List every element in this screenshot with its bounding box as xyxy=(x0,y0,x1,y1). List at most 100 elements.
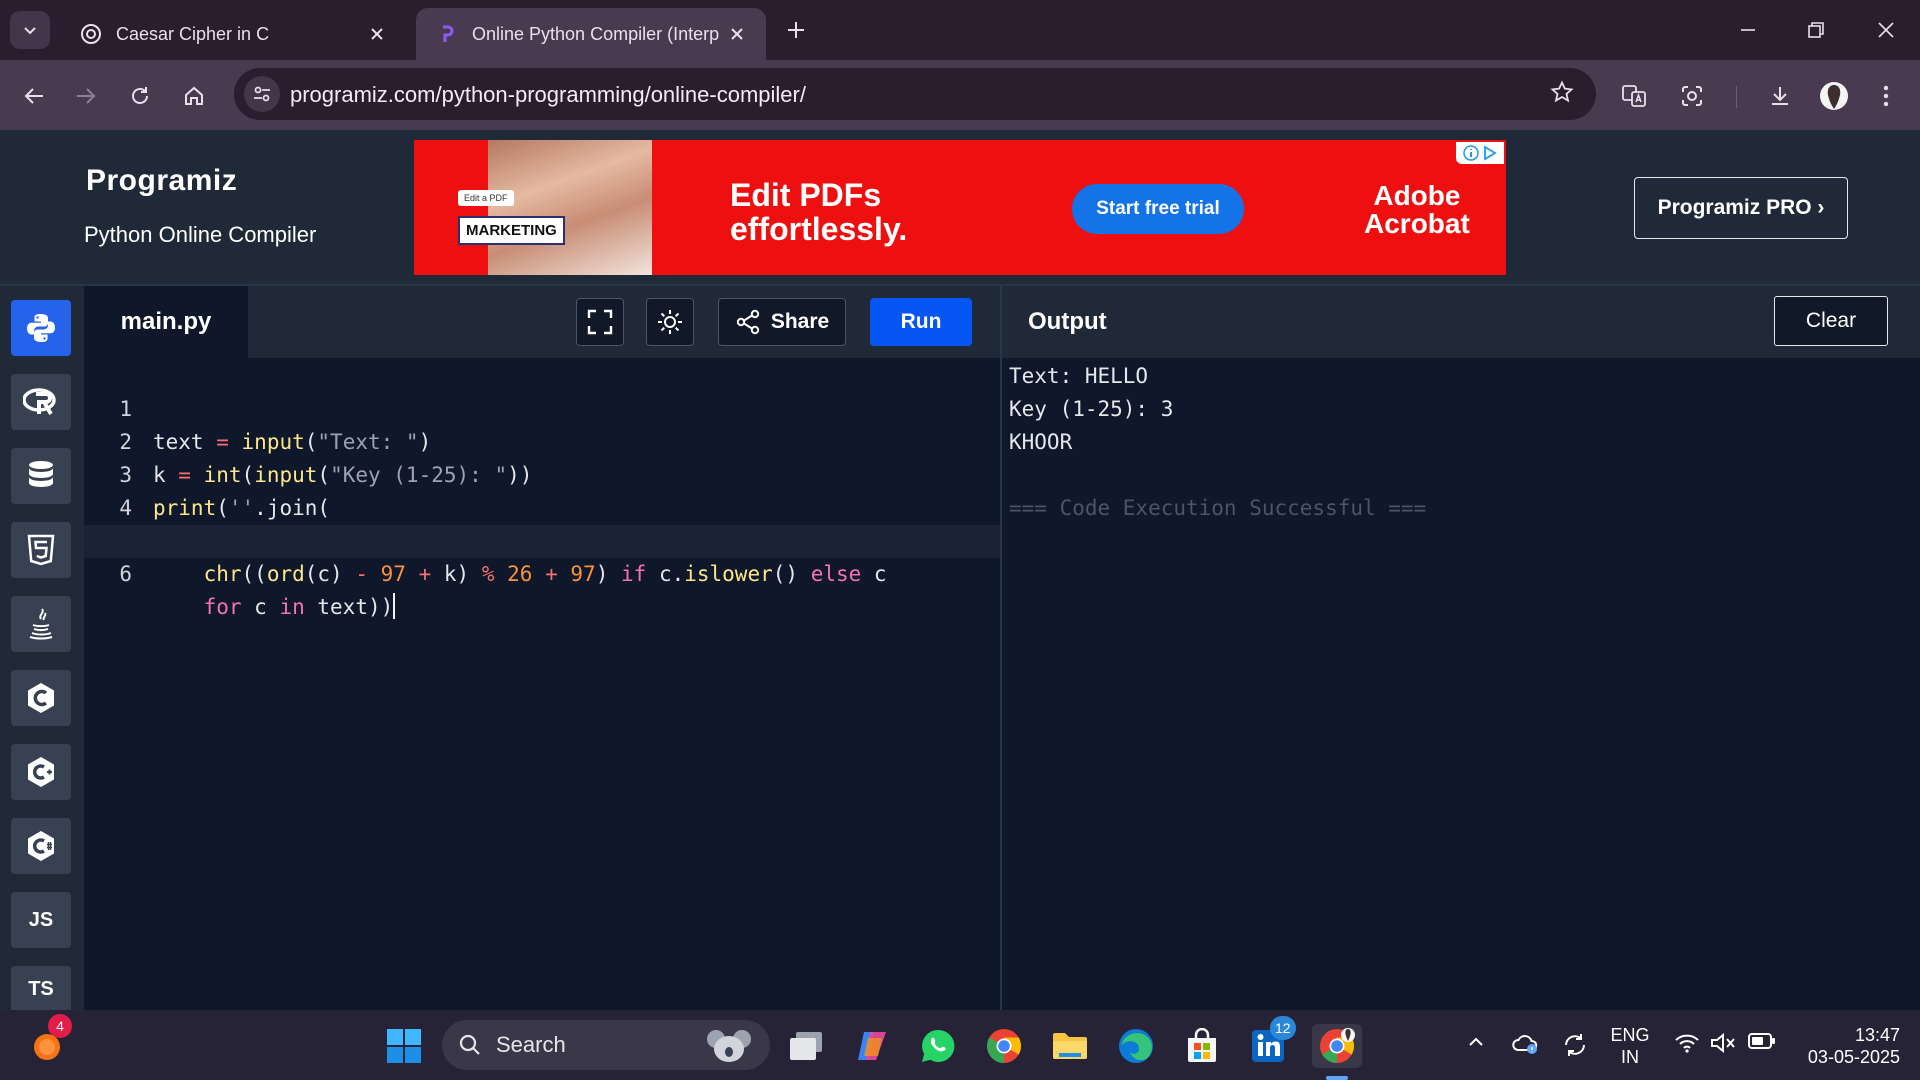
code-line[interactable]: 4 chr((ord(c) - 65 + k) % 26 + 65) if c.… xyxy=(84,459,1000,553)
file-explorer-button[interactable] xyxy=(1048,1024,1092,1068)
csharp-icon xyxy=(28,831,54,861)
language-sidebar: JS TS xyxy=(0,286,84,1012)
home-button[interactable] xyxy=(174,76,214,116)
code-line[interactable]: 1 text = input("Text: ") xyxy=(84,360,1000,454)
battery-tray-button[interactable] xyxy=(1748,1032,1776,1050)
ad-brand-line: Acrobat xyxy=(1364,208,1470,239)
clear-button[interactable]: Clear xyxy=(1774,296,1888,346)
fullscreen-button[interactable] xyxy=(576,298,624,346)
reload-button[interactable] xyxy=(120,76,160,116)
sidebar-item-html[interactable] xyxy=(11,522,71,578)
volume-muted-icon xyxy=(1711,1032,1735,1054)
language-indicator[interactable]: ENG IN xyxy=(1604,1024,1656,1068)
sidebar-item-r[interactable] xyxy=(11,374,71,430)
share-label: Share xyxy=(770,310,830,333)
new-tab-button[interactable] xyxy=(780,14,812,46)
show-hidden-icons-button[interactable] xyxy=(1466,1032,1486,1052)
page-subtitle: Python Online Compiler xyxy=(84,222,317,247)
code-line[interactable]: 2 k = int(input("Key (1-25): ")) xyxy=(84,393,1000,487)
ad-headline-line: effortlessly. xyxy=(730,211,908,247)
microsoft-store-button[interactable] xyxy=(1180,1024,1224,1068)
bookmark-star-icon[interactable] xyxy=(1550,80,1574,109)
tune-icon xyxy=(254,86,270,102)
sidebar-item-c[interactable] xyxy=(11,670,71,726)
copilot-button[interactable] xyxy=(850,1024,894,1068)
translate-icon xyxy=(1622,85,1646,107)
linkedin-button[interactable]: 12 xyxy=(1246,1016,1296,1068)
notification-badge: 4 xyxy=(48,1014,72,1038)
windows-logo-icon xyxy=(387,1029,421,1063)
code-editor[interactable]: 1 text = input("Text: ") 2 k = int(input… xyxy=(84,358,1000,1012)
downloads-button[interactable] xyxy=(1760,76,1800,116)
close-tab-icon[interactable] xyxy=(724,21,750,47)
execution-status: === Code Execution Successful === xyxy=(1009,496,1427,520)
weather-widget[interactable]: 4 xyxy=(26,1014,72,1068)
task-view-button[interactable] xyxy=(784,1024,828,1068)
edge-button[interactable] xyxy=(1114,1024,1158,1068)
whatsapp-button[interactable] xyxy=(916,1024,960,1068)
output-console[interactable]: Text: HELLO Key (1-25): 3 KHOOR === Code… xyxy=(1002,358,1920,1012)
tab-caesar-cipher[interactable]: Caesar Cipher in C xyxy=(60,8,406,60)
share-button[interactable]: Share xyxy=(718,298,846,346)
browser-menu-button[interactable] xyxy=(1866,76,1906,116)
editor-toolbar: main.py Share Run xyxy=(84,286,1000,358)
profile-button[interactable] xyxy=(1814,76,1854,116)
back-button[interactable] xyxy=(14,76,54,116)
advertisement-banner[interactable]: Edit a PDF MARKETING Edit PDFs effortles… xyxy=(414,140,1506,275)
ad-tag: MARKETING xyxy=(458,216,565,245)
restore-button[interactable] xyxy=(1794,10,1838,50)
code-line[interactable]: 3 print(''.join( xyxy=(84,426,1000,520)
close-tab-icon[interactable] xyxy=(364,21,390,47)
lens-button[interactable] xyxy=(1672,76,1712,116)
tab-online-python-compiler[interactable]: Online Python Compiler (Interp xyxy=(416,8,766,60)
programiz-favicon-icon xyxy=(436,23,458,45)
file-tab-main-py[interactable]: main.py xyxy=(84,286,248,358)
chrome-button[interactable] xyxy=(982,1024,1026,1068)
search-highlight-koala-icon xyxy=(707,1030,751,1062)
minimize-button[interactable] xyxy=(1726,10,1770,50)
onedrive-tray-button[interactable] xyxy=(1512,1032,1540,1056)
start-button[interactable] xyxy=(382,1024,426,1068)
notification-badge: 12 xyxy=(1270,1016,1296,1040)
url-text[interactable]: programiz.com/python-programming/online-… xyxy=(290,82,806,108)
chrome-icon xyxy=(987,1029,1021,1063)
region-code: IN xyxy=(1621,1047,1639,1067)
sidebar-item-java[interactable] xyxy=(11,596,71,652)
wifi-tray-button[interactable] xyxy=(1674,1032,1700,1054)
sidebar-item-python[interactable] xyxy=(11,300,71,356)
code-text: for c in text)) xyxy=(203,593,396,619)
ad-cta-button[interactable]: Start free trial xyxy=(1072,184,1244,234)
volume-tray-button[interactable] xyxy=(1710,1032,1736,1054)
edge-icon xyxy=(1119,1029,1153,1063)
theme-toggle-button[interactable] xyxy=(646,298,694,346)
ad-headline: Edit PDFs effortlessly. xyxy=(730,178,907,246)
search-icon xyxy=(459,1034,480,1055)
chrome-profile-button-active[interactable] xyxy=(1312,1024,1362,1080)
code-line-current[interactable]: 6 for c in text)) xyxy=(84,525,1000,619)
sun-icon xyxy=(658,310,682,334)
sidebar-item-csharp[interactable] xyxy=(11,818,71,874)
tab-search-button[interactable] xyxy=(10,11,50,49)
sidebar-item-sql[interactable] xyxy=(11,448,71,504)
compiler-workspace: JS TS main.py Share Run 1 text = input("… xyxy=(0,284,1920,1012)
taskbar-search-box[interactable]: Search xyxy=(442,1020,770,1070)
programiz-pro-button[interactable]: Programiz PRO › xyxy=(1634,177,1848,239)
site-info-button[interactable] xyxy=(244,76,280,112)
code-line[interactable]: 5 chr((ord(c) - 97 + k) % 26 + 97) if c.… xyxy=(84,492,1000,586)
forward-button[interactable] xyxy=(66,76,106,116)
address-bar[interactable]: programiz.com/python-programming/online-… xyxy=(234,68,1596,120)
adchoices-icon[interactable] xyxy=(1456,142,1504,164)
text-cursor xyxy=(393,593,396,619)
sidebar-item-cpp[interactable] xyxy=(11,744,71,800)
close-window-button[interactable] xyxy=(1864,10,1908,50)
chevron-up-icon xyxy=(1469,1037,1483,1046)
browser-tab-bar: Caesar Cipher in C Online Python Compile… xyxy=(0,0,1920,60)
run-button[interactable]: Run xyxy=(870,298,972,346)
programiz-logo[interactable]: Programiz xyxy=(86,164,237,198)
sidebar-item-typescript[interactable]: TS xyxy=(11,966,71,1012)
output-line: Key (1-25): 3 xyxy=(1009,397,1174,421)
translate-button[interactable] xyxy=(1614,76,1654,116)
clock[interactable]: 13:47 03-05-2025 xyxy=(1786,1024,1900,1068)
sync-tray-button[interactable] xyxy=(1562,1032,1588,1058)
sidebar-item-javascript[interactable]: JS xyxy=(11,892,71,948)
